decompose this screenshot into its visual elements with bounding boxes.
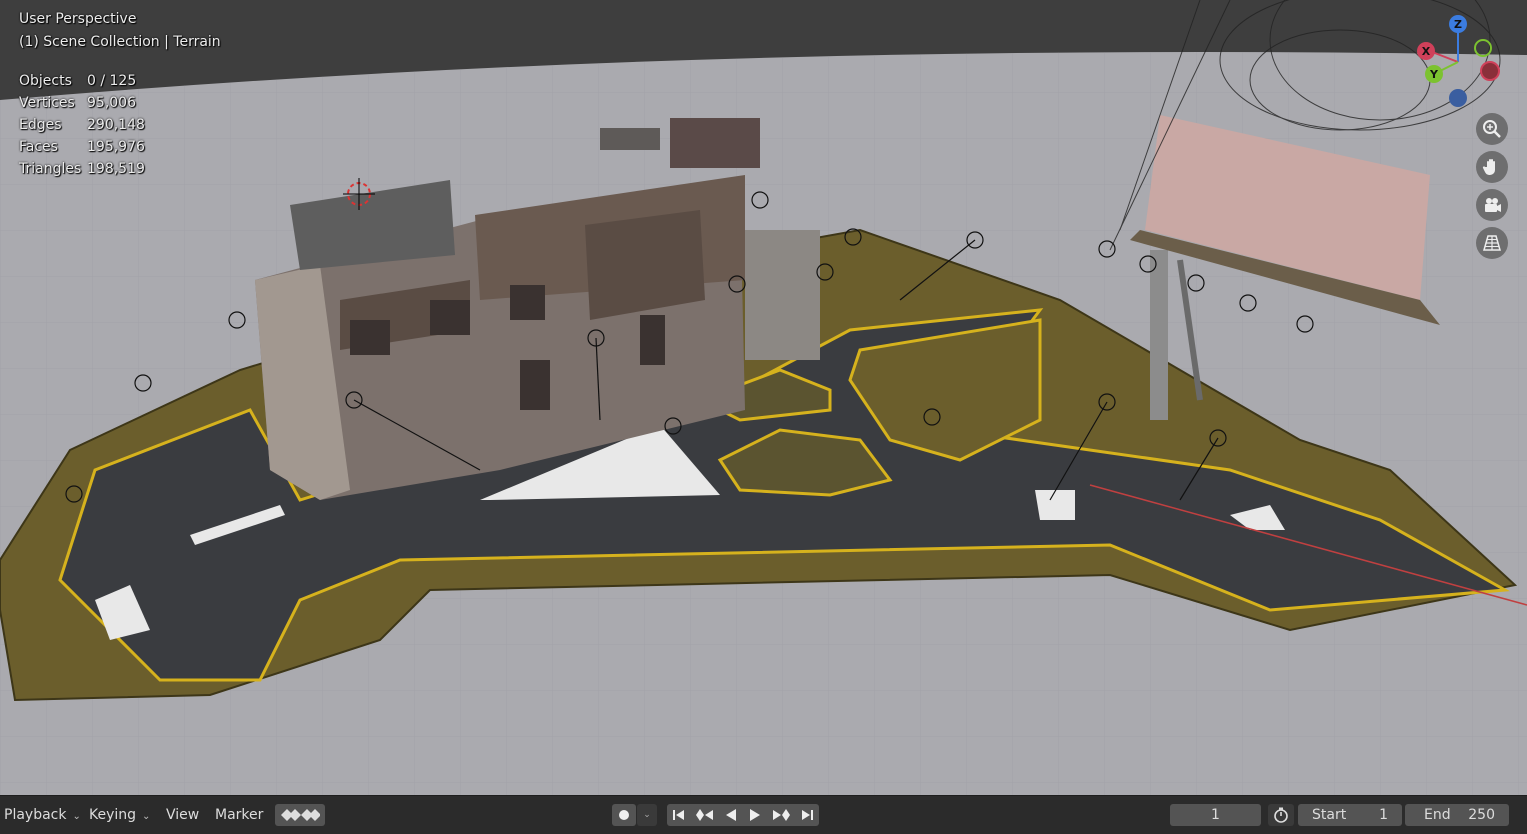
scene-render[interactable] [0, 0, 1527, 795]
viewport-mode-label: User Perspective [19, 11, 137, 27]
stat-label: Vertices [19, 95, 75, 111]
zoom-icon[interactable] [1476, 113, 1508, 145]
playback-menu[interactable]: Playback ⌄ [0, 803, 85, 827]
stat-label: Triangles [19, 161, 82, 177]
gizmo-y-axis[interactable]: Y [1425, 65, 1443, 83]
statistics-overlay: Objects 0 / 125 Vertices 95,006 Edges 290,1… [19, 70, 145, 180]
active-collection-label: (1) Scene Collection | Terrain [19, 34, 221, 50]
keying-menu-label: Keying [89, 807, 137, 823]
playback-controls [667, 804, 819, 826]
timeline-header: Playback ⌄ Keying ⌄ View Marker ⌄ 1 Start … [0, 795, 1527, 834]
playback-menu-label: Playback [4, 807, 67, 823]
3d-viewport[interactable]: User Perspective (1) Scene Collection | … [0, 0, 1527, 795]
stat-value: 0 / 125 [87, 73, 137, 89]
start-frame-label: Start [1312, 807, 1347, 823]
stat-label: Objects [19, 73, 72, 89]
auto-keying-options[interactable]: ⌄ [637, 804, 657, 826]
end-frame-field[interactable]: End 250 [1405, 804, 1509, 826]
end-frame-value: 250 [1468, 807, 1495, 823]
record-button[interactable] [612, 804, 636, 826]
record-icon [619, 810, 629, 820]
play-reverse-icon[interactable] [724, 808, 738, 822]
stat-value: 198,519 [87, 161, 145, 177]
chevron-down-icon: ⌄ [72, 811, 81, 822]
current-frame-field[interactable]: 1 [1170, 804, 1261, 826]
stat-label: Edges [19, 117, 62, 133]
keyframe-diamonds-icon [281, 809, 320, 821]
keyframe-jump-buttons[interactable] [275, 804, 325, 826]
jump-prev-keyframe-icon[interactable] [696, 808, 714, 822]
chevron-down-icon: ⌄ [643, 810, 651, 820]
gizmo-z-axis[interactable]: Z [1449, 15, 1467, 33]
camera-icon[interactable] [1476, 189, 1508, 221]
chevron-down-icon: ⌄ [142, 811, 151, 822]
gizmo-x-axis[interactable]: X [1417, 42, 1435, 60]
stat-value: 195,976 [87, 139, 145, 155]
jump-next-keyframe-icon[interactable] [772, 808, 790, 822]
jump-to-start-icon[interactable] [672, 808, 686, 822]
perspective-grid-icon[interactable] [1476, 227, 1508, 259]
stat-vertices: Vertices 95,006 [19, 92, 145, 114]
start-frame-value: 1 [1379, 807, 1388, 823]
view-menu[interactable]: View [162, 803, 203, 827]
end-frame-label: End [1424, 807, 1451, 823]
keying-menu[interactable]: Keying ⌄ [85, 803, 154, 827]
marker-menu[interactable]: Marker [211, 803, 267, 827]
play-icon[interactable] [748, 808, 762, 822]
stat-triangles: Triangles 198,519 [19, 158, 145, 180]
stat-faces: Faces 195,976 [19, 136, 145, 158]
stat-label: Faces [19, 139, 58, 155]
stat-value: 290,148 [87, 117, 145, 133]
stat-objects: Objects 0 / 125 [19, 70, 145, 92]
navigation-gizmo[interactable]: Z X Y [1410, 10, 1505, 110]
hand-pan-icon[interactable] [1476, 151, 1508, 183]
jump-to-end-icon[interactable] [800, 808, 814, 822]
stopwatch-icon[interactable] [1268, 804, 1294, 826]
start-frame-field[interactable]: Start 1 [1298, 804, 1402, 826]
stat-value: 95,006 [87, 95, 136, 111]
stat-edges: Edges 290,148 [19, 114, 145, 136]
